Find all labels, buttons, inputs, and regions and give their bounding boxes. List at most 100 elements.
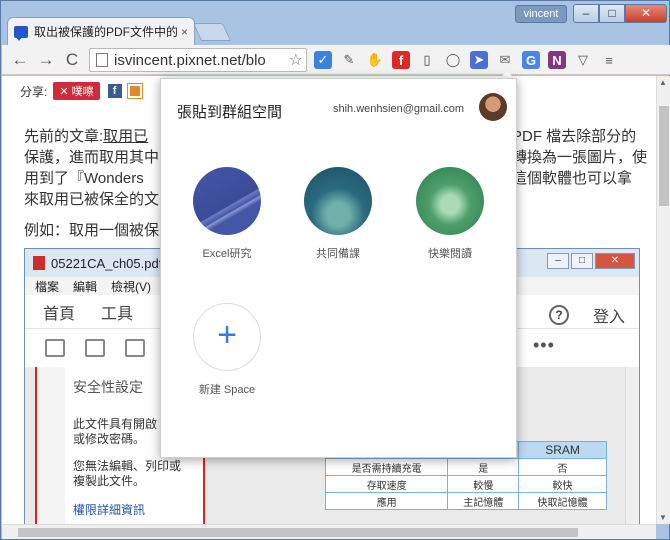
space-label: Excel研究 [202,248,252,260]
share-row: 分享: ✕ 噗嚓 f [20,82,143,100]
pdf-menu-item: 檔案 [35,279,60,294]
article-line-right: PDF 檔去除部分的 [512,128,637,145]
pdf-login-label: 登入 [592,309,625,326]
space-thumbnail[interactable] [193,167,261,235]
translate-icon[interactable]: G [522,51,540,69]
address-bar[interactable]: isvincent.pixnet.net/blo ☆ [89,48,307,72]
space-label: 共同備課 [316,248,360,260]
new-space-button[interactable]: + 新建 Space [172,303,282,397]
table-cell: 存取速度 [324,475,449,493]
title-bar: 取出被保護的PDF文件中的 × vincent – □ ✕ [1,1,670,45]
url-text[interactable]: isvincent.pixnet.net/blo [114,52,289,69]
plurk-share-button[interactable]: ✕ 噗嚓 [53,82,100,100]
article-line: 用到了『Wonders [24,170,144,187]
scroll-thumb[interactable] [659,106,669,206]
space-item-excel[interactable]: Excel研究 [172,167,282,261]
scroll-down-icon[interactable]: ▼ [659,513,667,522]
share-icon[interactable] [126,83,143,99]
browser-window: 取出被保護的PDF文件中的 × vincent – □ ✕ ← → C isvi… [0,0,670,540]
article-line: 來取用已被保全的文 [24,191,160,208]
pdf-menu-item: 檢視(V) [111,279,152,294]
bookmark-star-icon[interactable]: ☆ [289,50,303,70]
pocket-icon[interactable]: ▽ [574,51,592,69]
blue-check-icon[interactable]: ✓ [314,51,332,69]
vertical-scrollbar[interactable]: ▲ ▼ [656,76,670,524]
bulb-icon[interactable]: ◯ [444,51,462,69]
pen-icon[interactable]: ✎ [340,51,358,69]
space-item-co-prep[interactable]: 共同備課 [283,167,393,261]
browser-tab[interactable]: 取出被保護的PDF文件中的 × [7,17,195,45]
mail-icon[interactable]: ✉ [496,51,514,69]
back-button[interactable]: ← [10,51,30,69]
close-window-button[interactable]: ✕ [625,4,667,23]
table-row: 應用 主記憶體 快取記憶體 [324,492,607,510]
hscroll-thumb[interactable] [18,528,578,537]
article-link[interactable]: 取用已 [103,128,148,145]
menu-icon[interactable]: ≡ [600,51,618,69]
table-cell: 是否需持續充電 [324,458,449,476]
table-cell: 較快 [518,475,607,493]
avatar[interactable] [479,93,507,121]
table-cell: 是 [447,458,520,476]
new-space-label: 新建 Space [198,384,256,396]
table-cell: 快取記憶體 [518,492,607,510]
article-line: 例如：取用一個被保 [24,222,160,239]
space-label: 快樂閱讀 [428,248,472,260]
reload-button[interactable]: C [62,51,82,69]
spaces-icon[interactable]: ➤ [470,51,488,69]
minimize-button[interactable]: – [573,4,599,23]
pdf-sidebar [35,367,65,524]
print-icon [85,339,105,357]
popup-title: 張貼到群組空間 [177,104,283,121]
table-cell: 否 [518,458,607,476]
pdf-maximize-icon: □ [571,253,593,269]
scroll-up-icon[interactable]: ▲ [659,78,667,87]
pdf-nav-tools: 工具 [101,305,134,323]
help-icon: ? [548,305,569,325]
horizontal-scrollbar[interactable] [2,524,656,539]
table-row: 存取速度 較慢 較快 [324,475,607,493]
browser-toolbar: ← → C isvincent.pixnet.net/blo ☆ ✓ ✎ ✋ f ▯ ◯ ➤… [2,45,670,75]
tab-close-button[interactable]: × [181,25,188,39]
table-cell: 主記憶體 [447,492,520,510]
forward-button[interactable]: → [36,51,56,69]
chat-bubble-icon [14,25,28,41]
flipboard-icon[interactable]: f [392,51,410,69]
table-header-cell: SRAM [518,441,607,459]
table-cell: 應用 [324,492,449,510]
space-thumbnail[interactable] [416,167,484,235]
profile-badge[interactable]: vincent [515,5,567,23]
pdf-icon [33,256,45,270]
table-row: 是否需持續充電 是 否 [324,458,607,476]
maximize-button[interactable]: □ [599,4,625,23]
pdf-close-icon: ✕ [595,253,635,269]
hand-icon[interactable]: ✋ [366,51,384,69]
share-label: 分享: [20,84,48,99]
article-line: 先前的文章: [24,128,104,145]
security-text-2: 您無法編輯、列印或 複製此文件。 [73,459,182,488]
table-cell: 較慢 [447,475,520,493]
mail-icon [125,339,145,357]
space-thumbnail[interactable] [304,167,372,235]
pdf-window-buttons: – □ ✕ [547,253,635,269]
phone-icon[interactable]: ▯ [418,51,436,69]
pdf-title-text: 05221CA_ch05.pdf ( [51,255,171,271]
account-email: shih.wenhsien@gmail.com [333,103,465,115]
pdf-nav-home: 首頁 [43,305,76,323]
space-item-happy-reading[interactable]: 快樂閱讀 [395,167,505,261]
facebook-share-icon[interactable]: f [107,84,122,98]
tab-title: 取出被保護的PDF文件中的 [34,25,177,39]
pdf-scrollbar [625,367,639,524]
page-icon [96,53,108,67]
permission-details-link: 權限詳細資訊 [73,503,146,517]
plus-icon[interactable]: + [193,303,261,371]
onenote-icon[interactable]: N [548,51,566,69]
article-line-right: 這個軟體也可以拿 [512,170,633,187]
pdf-minimize-icon: – [547,253,569,269]
new-tab-button[interactable] [192,23,232,41]
article-line-right: 轉換為一張圖片，使 [512,149,648,166]
pdf-menu-item: 編輯 [73,279,98,294]
post-to-space-popup: 張貼到群組空間 shih.wenhsien@gmail.com Excel研究 … [160,78,517,458]
article-line: 保護，進而取用其中 [24,149,160,166]
more-options-icon: ••• [533,335,555,355]
